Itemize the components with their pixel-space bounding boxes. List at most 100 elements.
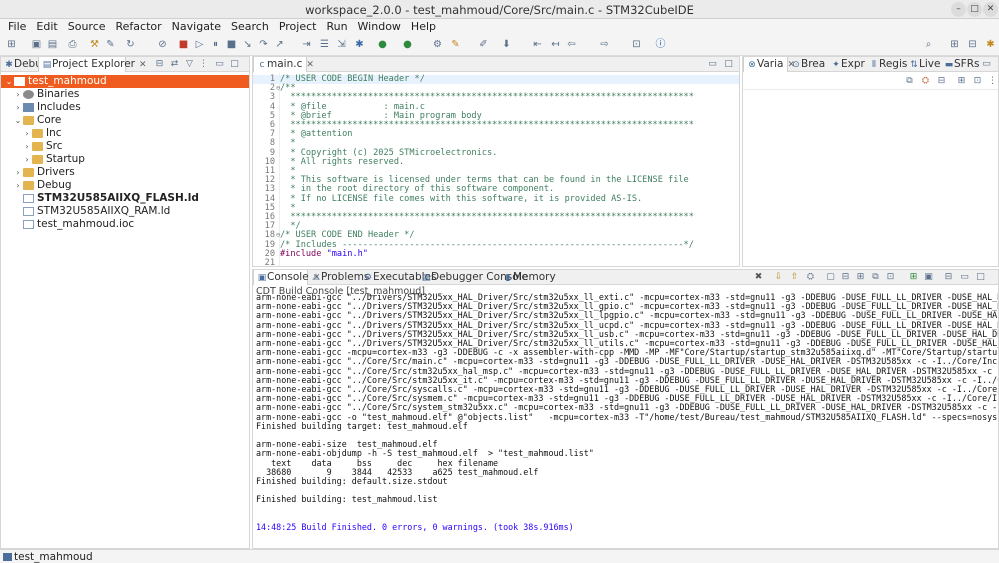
- new-console-icon[interactable]: ⊟: [943, 272, 954, 283]
- minimize-view-icon[interactable]: ▭: [707, 59, 718, 70]
- close-tab-icon[interactable]: ✕: [139, 58, 147, 72]
- tab-executables[interactable]: ⚙Executables: [360, 270, 437, 285]
- step-filter-icon[interactable]: ⇲: [335, 38, 348, 51]
- code-editor[interactable]: 1/* USER CODE BEGIN Header */2 ⊖/** 3 ****…: [253, 73, 739, 266]
- skip-breakpoints-icon[interactable]: ⊘: [156, 38, 169, 51]
- menu-search[interactable]: Search: [226, 19, 274, 34]
- print-icon[interactable]: ⎙: [66, 38, 79, 51]
- list-icon[interactable]: ☰: [318, 38, 331, 51]
- filter-icon[interactable]: ▽: [184, 59, 195, 70]
- collapse-all-icon[interactable]: ⊟: [154, 59, 165, 70]
- menu-edit[interactable]: Edit: [31, 19, 62, 34]
- clear-console-icon[interactable]: ▢: [825, 272, 836, 283]
- display-console-icon[interactable]: ▣: [923, 272, 934, 283]
- tab-memory[interactable]: ▮ Memory: [500, 270, 556, 285]
- tree-item-startup[interactable]: › Startup: [1, 153, 249, 166]
- open-type-icon[interactable]: ⚙: [431, 38, 444, 51]
- close-icon[interactable]: ✕: [983, 2, 998, 17]
- tree-item-test-mahmoud[interactable]: ⌄ test_mahmoud: [1, 75, 249, 88]
- new-icon[interactable]: ⊞: [5, 38, 18, 51]
- tab-live-expressions[interactable]: ⇅Live: [906, 57, 941, 72]
- view-menu-icon[interactable]: ⋮: [987, 76, 998, 87]
- chevron-right-icon[interactable]: ›: [14, 166, 22, 179]
- build-all-icon[interactable]: ✎: [104, 38, 117, 51]
- word-wrap-icon[interactable]: ⊞: [855, 272, 866, 283]
- maximize-view-icon[interactable]: □: [723, 59, 734, 70]
- next-error-icon[interactable]: ⇩: [773, 272, 784, 283]
- back-icon[interactable]: ⇤: [531, 38, 544, 51]
- save-icon[interactable]: ▣: [30, 38, 43, 51]
- console-output[interactable]: arm-none-eabi-gcc "../Drivers/STM32U5xx_…: [253, 292, 998, 548]
- tab-registers[interactable]: ⦀ Regis: [866, 57, 907, 72]
- resume-icon[interactable]: ▷: [193, 38, 206, 51]
- pin-editor-icon[interactable]: ⊡: [630, 38, 643, 51]
- tree-item-includes[interactable]: › Includes: [1, 101, 249, 114]
- show-type-names-icon[interactable]: ⧉: [904, 76, 915, 87]
- search-icon[interactable]: ⌕: [922, 38, 935, 51]
- cpp-perspective-icon[interactable]: ⊟: [966, 38, 979, 51]
- maximize-view-icon[interactable]: □: [229, 59, 240, 70]
- maximize-view-icon[interactable]: □: [975, 272, 986, 283]
- tree-item-debug[interactable]: › Debug: [1, 179, 249, 192]
- terminate-console-icon[interactable]: ✖: [753, 272, 764, 283]
- menu-navigate[interactable]: Navigate: [167, 19, 226, 34]
- tree-item-drivers[interactable]: › Drivers: [1, 166, 249, 179]
- menu-refactor[interactable]: Refactor: [111, 19, 167, 34]
- step-into-icon[interactable]: ↘: [241, 38, 254, 51]
- annotation-icon[interactable]: ⬇: [500, 38, 513, 51]
- tab-sfrs[interactable]: ▬SFRs: [941, 57, 980, 72]
- chevron-right-icon[interactable]: ›: [23, 153, 31, 166]
- tree-item-src[interactable]: › Src: [1, 140, 249, 153]
- minimize-view-icon[interactable]: ▭: [959, 272, 970, 283]
- chevron-right-icon[interactable]: ›: [23, 127, 31, 140]
- step-over-icon[interactable]: ↷: [257, 38, 270, 51]
- debug-config-icon[interactable]: ✱: [353, 38, 366, 51]
- terminate-icon[interactable]: ■: [225, 38, 238, 51]
- back-history-icon[interactable]: ↤: [549, 38, 562, 51]
- collapse-all-icon[interactable]: ⊟: [936, 76, 947, 87]
- tree-item-test-mahmoud-ioc[interactable]: test_mahmoud.ioc: [1, 218, 249, 231]
- link-editor-icon[interactable]: ⇄: [169, 59, 180, 70]
- tree-item-binaries[interactable]: › Binaries: [1, 88, 249, 101]
- tree-item-core[interactable]: ⌄ Core: [1, 114, 249, 127]
- tab-console[interactable]: ▣Console ✕: [253, 270, 320, 285]
- pin-console-icon[interactable]: ⊡: [885, 272, 896, 283]
- chevron-down-icon[interactable]: ⌄: [5, 75, 13, 88]
- tab-project-explorer[interactable]: ▤Project Explorer ✕: [38, 57, 147, 72]
- stop-icon[interactable]: ■: [177, 38, 190, 51]
- tab-variables[interactable]: ⊗Varia ✕: [743, 57, 795, 72]
- info-icon[interactable]: ⓘ: [654, 38, 667, 51]
- navigate-back-icon[interactable]: ⇦: [565, 38, 578, 51]
- instruction-step-icon[interactable]: ⇥: [300, 38, 313, 51]
- show-logical-structure-icon[interactable]: ⛭: [920, 76, 931, 87]
- save-all-icon[interactable]: ▤: [46, 38, 59, 51]
- pen-icon[interactable]: ✐: [477, 38, 490, 51]
- tab-expressions[interactable]: ✦Expr: [828, 57, 866, 72]
- close-tab-icon[interactable]: ✕: [306, 58, 314, 72]
- tree-item-inc[interactable]: › Inc: [1, 127, 249, 140]
- chevron-right-icon[interactable]: ›: [14, 101, 22, 114]
- menu-file[interactable]: File: [3, 19, 31, 34]
- debug-perspective-icon[interactable]: ✱: [984, 38, 997, 51]
- chevron-right-icon[interactable]: ›: [14, 179, 22, 192]
- tab-main-c[interactable]: c main.c ✕: [253, 57, 314, 72]
- refresh-icon[interactable]: ↻: [124, 38, 137, 51]
- external-tools-icon[interactable]: ●: [401, 38, 414, 51]
- tab-debugger-console[interactable]: ▤Debugger Console: [418, 270, 528, 285]
- menu-run[interactable]: Run: [321, 19, 352, 34]
- menu-project[interactable]: Project: [274, 19, 322, 34]
- step-return-icon[interactable]: ↗: [273, 38, 286, 51]
- menu-window[interactable]: Window: [353, 19, 406, 34]
- menu-source[interactable]: Source: [63, 19, 111, 34]
- previous-error-icon[interactable]: ⇧: [789, 272, 800, 283]
- add-variable-icon[interactable]: ⊞: [956, 76, 967, 87]
- minimize-view-icon[interactable]: ▭: [214, 59, 225, 70]
- remove-variable-icon[interactable]: ⊡: [972, 76, 983, 87]
- copy-console-icon[interactable]: ⧉: [870, 272, 881, 283]
- tab-breakpoints[interactable]: ⊙Brea: [788, 57, 828, 72]
- search-task-icon[interactable]: ✎: [449, 38, 462, 51]
- open-console-icon[interactable]: ⊞: [908, 272, 919, 283]
- tab-debug[interactable]: ✱Debug: [1, 57, 48, 72]
- scroll-lock-icon[interactable]: ⊟: [840, 272, 851, 283]
- tree-item-stm32u585aiixq-ram-ld[interactable]: STM32U585AIIXQ_RAM.ld: [1, 205, 249, 218]
